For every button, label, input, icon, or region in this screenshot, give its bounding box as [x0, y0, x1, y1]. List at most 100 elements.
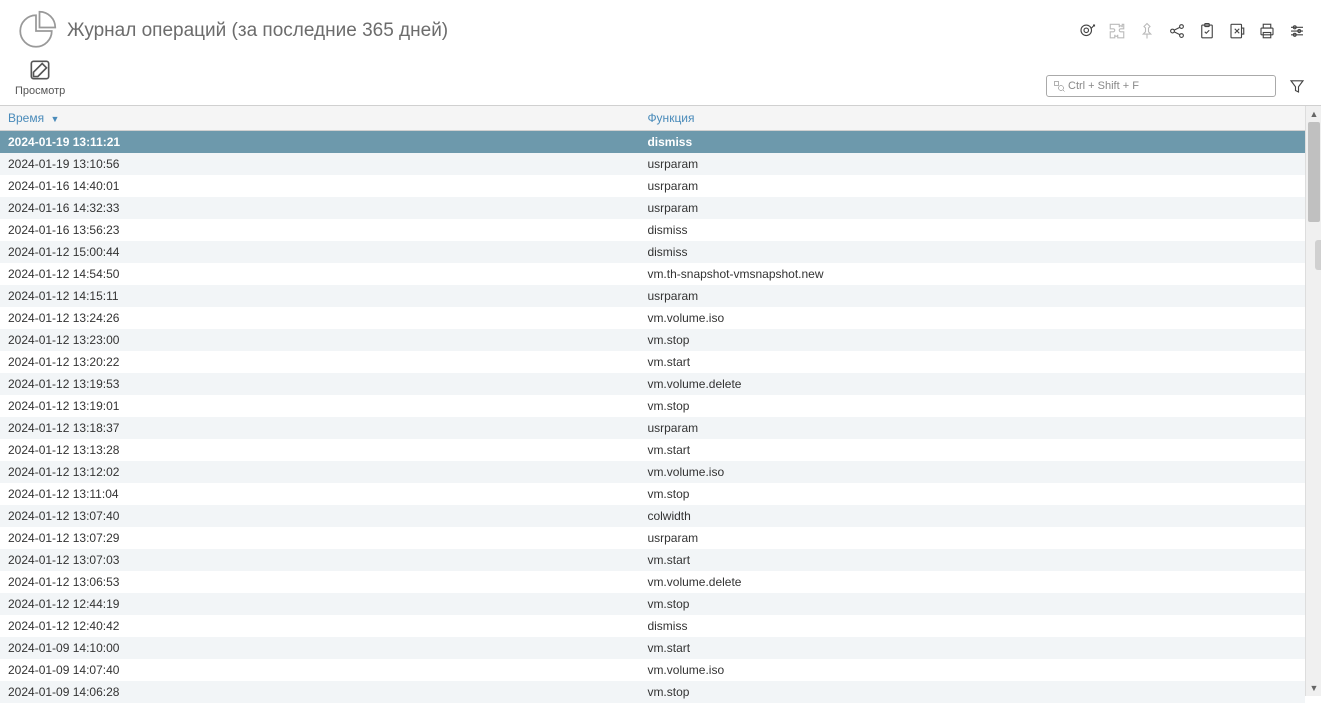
- search-box[interactable]: [1046, 75, 1276, 97]
- cell-func: vm.th-snapshot-vmsnapshot.new: [639, 263, 1305, 285]
- cell-func: usrparam: [639, 527, 1305, 549]
- cell-time: 2024-01-09 14:07:40: [0, 659, 639, 681]
- cell-time: 2024-01-12 14:54:50: [0, 263, 639, 285]
- table-row[interactable]: 2024-01-09 14:10:00vm.start: [0, 637, 1305, 659]
- cell-func: dismiss: [639, 615, 1305, 637]
- cell-func: dismiss: [639, 219, 1305, 241]
- scroll-down-icon[interactable]: ▼: [1306, 680, 1321, 696]
- cell-time: 2024-01-12 13:07:40: [0, 505, 639, 527]
- search-input[interactable]: [1068, 80, 1269, 92]
- cell-time: 2024-01-12 14:15:11: [0, 285, 639, 307]
- table-row[interactable]: 2024-01-12 13:07:40colwidth: [0, 505, 1305, 527]
- table-row[interactable]: 2024-01-19 13:11:21dismiss: [0, 131, 1305, 154]
- scrollbar[interactable]: ▲ ▼: [1305, 106, 1321, 696]
- table-row[interactable]: 2024-01-12 12:40:42dismiss: [0, 615, 1305, 637]
- puzzle-icon[interactable]: [1108, 22, 1126, 40]
- table-row[interactable]: 2024-01-12 13:07:03vm.start: [0, 549, 1305, 571]
- table-row[interactable]: 2024-01-12 13:11:04vm.stop: [0, 483, 1305, 505]
- settings-sliders-icon[interactable]: [1288, 22, 1306, 40]
- cell-time: 2024-01-12 13:18:37: [0, 417, 639, 439]
- table-row[interactable]: 2024-01-12 13:19:53vm.volume.delete: [0, 373, 1305, 395]
- cell-time: 2024-01-19 13:11:21: [0, 131, 639, 154]
- cell-time: 2024-01-09 14:06:28: [0, 681, 639, 703]
- cell-func: vm.start: [639, 549, 1305, 571]
- cell-time: 2024-01-12 13:24:26: [0, 307, 639, 329]
- table-row[interactable]: 2024-01-12 13:20:22vm.start: [0, 351, 1305, 373]
- table-row[interactable]: 2024-01-12 13:07:29usrparam: [0, 527, 1305, 549]
- page-title: Журнал операций (за последние 365 дней): [67, 20, 448, 42]
- table-row[interactable]: 2024-01-12 13:13:28vm.start: [0, 439, 1305, 461]
- view-button[interactable]: Просмотр: [15, 57, 65, 97]
- table-row[interactable]: 2024-01-16 14:32:33usrparam: [0, 197, 1305, 219]
- table-row[interactable]: 2024-01-12 13:18:37usrparam: [0, 417, 1305, 439]
- cell-func: vm.stop: [639, 395, 1305, 417]
- cell-time: 2024-01-12 13:19:01: [0, 395, 639, 417]
- cell-func: vm.volume.iso: [639, 659, 1305, 681]
- share-icon[interactable]: [1168, 22, 1186, 40]
- search-area: [1046, 75, 1306, 97]
- cell-time: 2024-01-12 12:44:19: [0, 593, 639, 615]
- cell-time: 2024-01-12 13:23:00: [0, 329, 639, 351]
- cell-time: 2024-01-12 13:07:03: [0, 549, 639, 571]
- table-row[interactable]: 2024-01-12 13:19:01vm.stop: [0, 395, 1305, 417]
- cell-func: usrparam: [639, 417, 1305, 439]
- scroll-up-icon[interactable]: ▲: [1306, 106, 1321, 122]
- cell-func: vm.stop: [639, 681, 1305, 703]
- filter-icon[interactable]: [1288, 77, 1306, 95]
- cell-func: vm.stop: [639, 593, 1305, 615]
- table-row[interactable]: 2024-01-12 13:12:02vm.volume.iso: [0, 461, 1305, 483]
- column-header-func-label: Функция: [647, 111, 694, 125]
- table-row[interactable]: 2024-01-16 14:40:01usrparam: [0, 175, 1305, 197]
- column-header-time-label: Время: [8, 111, 44, 125]
- sort-desc-icon: ▼: [50, 114, 59, 124]
- table-row[interactable]: 2024-01-19 13:10:56usrparam: [0, 153, 1305, 175]
- cell-func: dismiss: [639, 131, 1305, 154]
- cell-time: 2024-01-16 14:40:01: [0, 175, 639, 197]
- table-row[interactable]: 2024-01-09 14:06:28vm.stop: [0, 681, 1305, 703]
- cell-time: 2024-01-12 13:07:29: [0, 527, 639, 549]
- cell-func: vm.volume.delete: [639, 571, 1305, 593]
- pin-icon[interactable]: [1138, 22, 1156, 40]
- table-row[interactable]: 2024-01-12 15:00:44dismiss: [0, 241, 1305, 263]
- cell-func: usrparam: [639, 153, 1305, 175]
- cell-func: vm.stop: [639, 329, 1305, 351]
- table-row[interactable]: 2024-01-12 14:15:11usrparam: [0, 285, 1305, 307]
- cell-func: vm.volume.iso: [639, 461, 1305, 483]
- cell-func: usrparam: [639, 175, 1305, 197]
- search-icon: [1053, 80, 1065, 92]
- clipboard-check-icon[interactable]: [1198, 22, 1216, 40]
- cell-func: dismiss: [639, 241, 1305, 263]
- cell-time: 2024-01-19 13:10:56: [0, 153, 639, 175]
- cell-time: 2024-01-12 12:40:42: [0, 615, 639, 637]
- cell-func: vm.stop: [639, 483, 1305, 505]
- pie-chart-icon: [15, 10, 57, 52]
- column-header-func[interactable]: Функция: [639, 106, 1305, 131]
- cell-func: vm.volume.delete: [639, 373, 1305, 395]
- table-row[interactable]: 2024-01-16 13:56:23dismiss: [0, 219, 1305, 241]
- header: Журнал операций (за последние 365 дней): [0, 0, 1321, 57]
- table-row[interactable]: 2024-01-12 14:54:50vm.th-snapshot-vmsnap…: [0, 263, 1305, 285]
- cell-time: 2024-01-12 13:19:53: [0, 373, 639, 395]
- table-row[interactable]: 2024-01-12 13:23:00vm.stop: [0, 329, 1305, 351]
- cell-time: 2024-01-12 13:12:02: [0, 461, 639, 483]
- target-icon[interactable]: [1078, 22, 1096, 40]
- table-row[interactable]: 2024-01-12 13:06:53vm.volume.delete: [0, 571, 1305, 593]
- edit-icon: [27, 57, 53, 83]
- print-icon[interactable]: [1258, 22, 1276, 40]
- cell-func: vm.start: [639, 351, 1305, 373]
- cell-func: vm.start: [639, 637, 1305, 659]
- header-toolbar: [1078, 22, 1306, 40]
- operations-table: Время ▼ Функция 2024-01-19 13:11:21dismi…: [0, 106, 1305, 703]
- table-row[interactable]: 2024-01-12 13:24:26vm.volume.iso: [0, 307, 1305, 329]
- cell-time: 2024-01-12 13:11:04: [0, 483, 639, 505]
- table-row[interactable]: 2024-01-12 12:44:19vm.stop: [0, 593, 1305, 615]
- export-x-icon[interactable]: [1228, 22, 1246, 40]
- second-row: Просмотр: [0, 57, 1321, 105]
- cell-func: usrparam: [639, 285, 1305, 307]
- side-handle[interactable]: [1315, 240, 1321, 270]
- cell-func: colwidth: [639, 505, 1305, 527]
- cell-time: 2024-01-16 13:56:23: [0, 219, 639, 241]
- column-header-time[interactable]: Время ▼: [0, 106, 639, 131]
- scroll-thumb[interactable]: [1308, 122, 1320, 222]
- table-row[interactable]: 2024-01-09 14:07:40vm.volume.iso: [0, 659, 1305, 681]
